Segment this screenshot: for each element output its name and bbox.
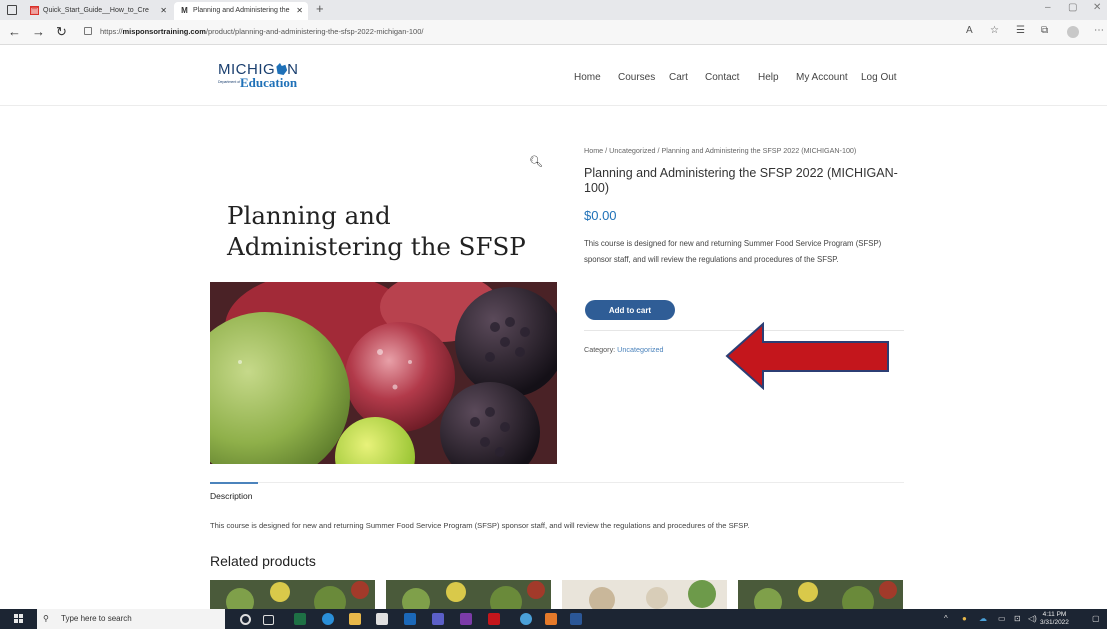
url-domain: misponsortraining.com [122, 27, 206, 36]
tray-app-icon[interactable]: ● [962, 614, 967, 623]
network-icon[interactable]: ⊡ [1014, 614, 1021, 623]
short-description: This course is designed for new and retu… [584, 239, 882, 264]
outlook-icon[interactable] [404, 613, 416, 625]
nav-home[interactable]: Home [574, 72, 601, 83]
profile-avatar[interactable] [1067, 26, 1079, 38]
tab-label: Planning and Administering the [193, 7, 290, 14]
pdf-icon: ▤ [30, 5, 39, 15]
category-link[interactable]: Uncategorized [617, 345, 663, 354]
cortana-icon[interactable] [240, 614, 251, 625]
onedrive-icon[interactable]: ☁ [979, 614, 987, 623]
tab-label: Quick_Start_Guide__How_to_Cre [43, 7, 149, 14]
search-icon: ⚲ [43, 614, 49, 623]
task-view-icon[interactable] [263, 615, 274, 625]
lock-icon [84, 27, 92, 35]
logo-department: Department of [218, 80, 241, 84]
notifications-icon[interactable]: ▢ [1092, 614, 1100, 623]
close-window-icon[interactable]: ✕ [1093, 2, 1101, 13]
nav-contact[interactable]: Contact [705, 72, 739, 83]
close-tab-icon[interactable]: ✕ [160, 2, 167, 20]
onenote-icon[interactable] [460, 613, 472, 625]
tray-chevron-icon[interactable]: ^ [944, 614, 948, 623]
url-field[interactable]: https://misponsortraining.com/product/pl… [84, 27, 423, 36]
browser-tab-bar: ▤ Quick_Start_Guide__How_to_Cre ✕ M Planni… [0, 0, 1107, 20]
breadcrumb[interactable]: Home / Uncategorized / Planning and Admi… [584, 146, 856, 155]
excel-icon[interactable] [294, 613, 306, 625]
chrome-icon[interactable] [520, 613, 532, 625]
calendar-icon[interactable] [376, 613, 388, 625]
zoom-icon[interactable]: 🔍︎ [529, 155, 543, 168]
logo-education: Education [240, 75, 298, 90]
browser-tab-pdf[interactable]: ▤ Quick_Start_Guide__How_to_Cre ✕ [24, 2, 172, 20]
nav-courses[interactable]: Courses [618, 72, 655, 83]
url-scheme: https:// [100, 27, 123, 36]
nav-help[interactable]: Help [758, 72, 779, 83]
system-clock[interactable]: 4:11 PM 3/31/2022 [1040, 611, 1069, 627]
read-aloud-icon[interactable]: A [966, 25, 973, 36]
edge-icon[interactable] [322, 613, 334, 625]
red-arrow-annotation [725, 322, 889, 390]
favorites-icon[interactable]: ☰ [1016, 25, 1025, 36]
site-header: MICHIG N Department of Education Home Cou… [0, 45, 1107, 106]
back-icon[interactable]: ← [8, 24, 21, 39]
tabs-divider [210, 482, 904, 483]
nav-my-account[interactable]: My Account [796, 72, 848, 83]
product-price: $0.00 [584, 208, 617, 223]
michigan-education-logo[interactable]: MICHIG N Department of Education [218, 61, 313, 93]
active-tab-indicator [210, 482, 258, 484]
product-title: Planning and Administering the SFSP 2022… [584, 166, 898, 195]
search-placeholder: Type here to search [61, 614, 132, 623]
word-icon[interactable] [570, 613, 582, 625]
app-icon[interactable] [545, 613, 557, 625]
browser-tab-active[interactable]: M Planning and Administering the ✕ [174, 2, 308, 20]
nav-log-out[interactable]: Log Out [861, 72, 897, 83]
refresh-icon[interactable]: ↻ [56, 24, 67, 40]
product-image[interactable]: 🔍︎ Planning and Administering the SFSP [210, 142, 557, 464]
restore-icon[interactable]: ▢ [1068, 2, 1077, 13]
favorite-star-icon[interactable]: ☆ [990, 25, 999, 36]
product-image-title: Planning and Administering the SFSP [227, 201, 526, 261]
add-to-cart-button[interactable]: Add to cart [585, 300, 675, 320]
product-category: Category: Uncategorized [584, 345, 664, 354]
battery-icon[interactable]: ▭ [998, 614, 1006, 623]
fruit-photo [210, 282, 557, 464]
close-tab-icon[interactable]: ✕ [296, 2, 303, 20]
related-product-thumb[interactable] [386, 580, 551, 610]
michigan-shape-icon [276, 63, 288, 75]
related-product-thumb[interactable] [738, 580, 903, 610]
taskbar-search[interactable]: ⚲ Type here to search [37, 609, 225, 629]
nav-cart[interactable]: Cart [669, 72, 688, 83]
more-icon[interactable]: ⋯ [1094, 25, 1104, 36]
volume-icon[interactable]: ◁) [1028, 614, 1037, 623]
tab-actions-icon[interactable] [7, 5, 17, 15]
forward-icon[interactable]: → [32, 24, 45, 39]
tab-description[interactable]: Description [210, 491, 253, 501]
collections-icon[interactable]: ⧉ [1041, 25, 1048, 36]
url-path: /product/planning-and-administering-the-… [205, 27, 424, 36]
new-tab-icon[interactable]: + [316, 1, 324, 16]
rsa-icon[interactable] [488, 613, 500, 625]
description-text: This course is designed for new and retu… [210, 521, 750, 530]
windows-taskbar: ⚲ Type here to search ^ ● ☁ ▭ ⊡ ◁) 4:11 … [0, 609, 1107, 629]
related-products-heading: Related products [210, 553, 316, 569]
windows-start-icon[interactable] [14, 614, 24, 624]
teams-icon[interactable] [432, 613, 444, 625]
related-product-thumb[interactable] [210, 580, 375, 610]
minimize-icon[interactable]: – [1045, 2, 1051, 13]
site-m-icon: M [181, 5, 188, 15]
file-explorer-icon[interactable] [349, 613, 361, 625]
address-bar-row: ← → ↻ https://misponsortraining.com/prod… [0, 20, 1107, 45]
related-product-thumb[interactable] [562, 580, 727, 610]
